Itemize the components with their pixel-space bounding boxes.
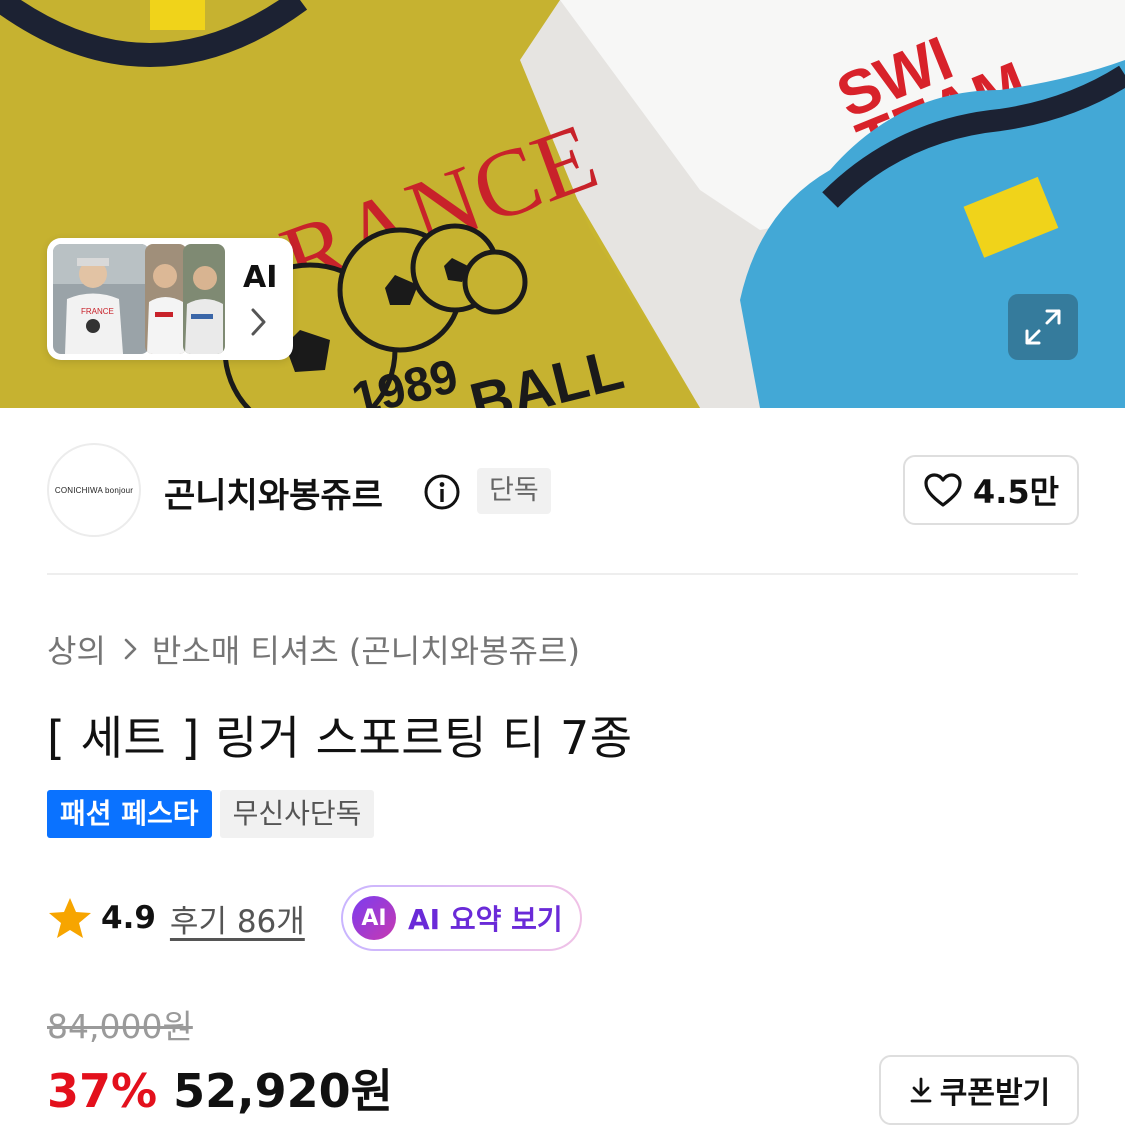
- download-icon: [910, 1077, 932, 1103]
- ai-thumbnail-2: [145, 244, 187, 354]
- breadcrumb-category[interactable]: 상의: [47, 626, 106, 672]
- like-count: 4.5만: [972, 473, 1060, 511]
- brand-logo-text: CONICHIWA bonjour: [54, 485, 134, 495]
- ai-card-label: AI: [243, 260, 278, 295]
- like-button[interactable]: 4.5만: [903, 455, 1079, 525]
- ai-summary-label: AI 요약 보기: [408, 903, 563, 936]
- heart-icon: [924, 473, 962, 507]
- final-price: 52,920원: [173, 1064, 393, 1118]
- price-row: 37% 52,920원: [47, 1055, 393, 1121]
- info-icon[interactable]: [423, 473, 461, 511]
- review-count-link[interactable]: 후기 86개: [170, 896, 305, 941]
- rating-value: 4.9: [101, 900, 156, 936]
- product-title: [ 세트 ] 링거 스포르팅 티 7종: [47, 711, 633, 765]
- exclusive-badge: 단독: [477, 468, 551, 514]
- breadcrumb-subcategory[interactable]: 반소매 티셔츠 (곤니치와봉쥬르): [152, 626, 580, 672]
- star-icon: [49, 898, 91, 938]
- coupon-download-button[interactable]: 쿠폰받기: [879, 1055, 1079, 1125]
- brand-name[interactable]: 곤니치와봉쥬르: [164, 468, 383, 517]
- svg-text:FRANCE: FRANCE: [81, 307, 114, 316]
- expand-icon: [1025, 309, 1061, 345]
- ai-summary-button[interactable]: AI AI 요약 보기: [341, 885, 582, 951]
- rating-row: 4.9 후기 86개: [47, 885, 305, 951]
- original-price: 84,000원: [47, 1007, 193, 1046]
- tag-musinsa-exclusive: 무신사단독: [219, 790, 375, 838]
- discount-rate: 37%: [47, 1064, 158, 1118]
- ai-thumbnail-1: FRANCE: [53, 244, 149, 354]
- tag-fashion-festa[interactable]: 패션 페스타: [47, 790, 212, 838]
- coupon-label: 쿠폰받기: [939, 1076, 1051, 1111]
- breadcrumb: 상의 반소매 티셔츠 (곤니치와봉쥬르): [47, 626, 580, 672]
- product-hero-image[interactable]: SWI TEAM RANCE 1989 BALL: [0, 0, 1125, 408]
- expand-image-button[interactable]: [1008, 294, 1078, 360]
- divider: [47, 573, 1078, 575]
- chevron-right-icon: [251, 308, 266, 336]
- ai-badge-icon: AI: [352, 896, 396, 940]
- chevron-right-icon: [124, 637, 138, 661]
- product-tags: 패션 페스타 무신사단독: [47, 790, 375, 838]
- ai-thumbnail-3: [183, 244, 225, 354]
- brand-logo[interactable]: CONICHIWA bonjour: [47, 443, 141, 537]
- ai-styling-card[interactable]: FRANCE AI: [47, 238, 293, 360]
